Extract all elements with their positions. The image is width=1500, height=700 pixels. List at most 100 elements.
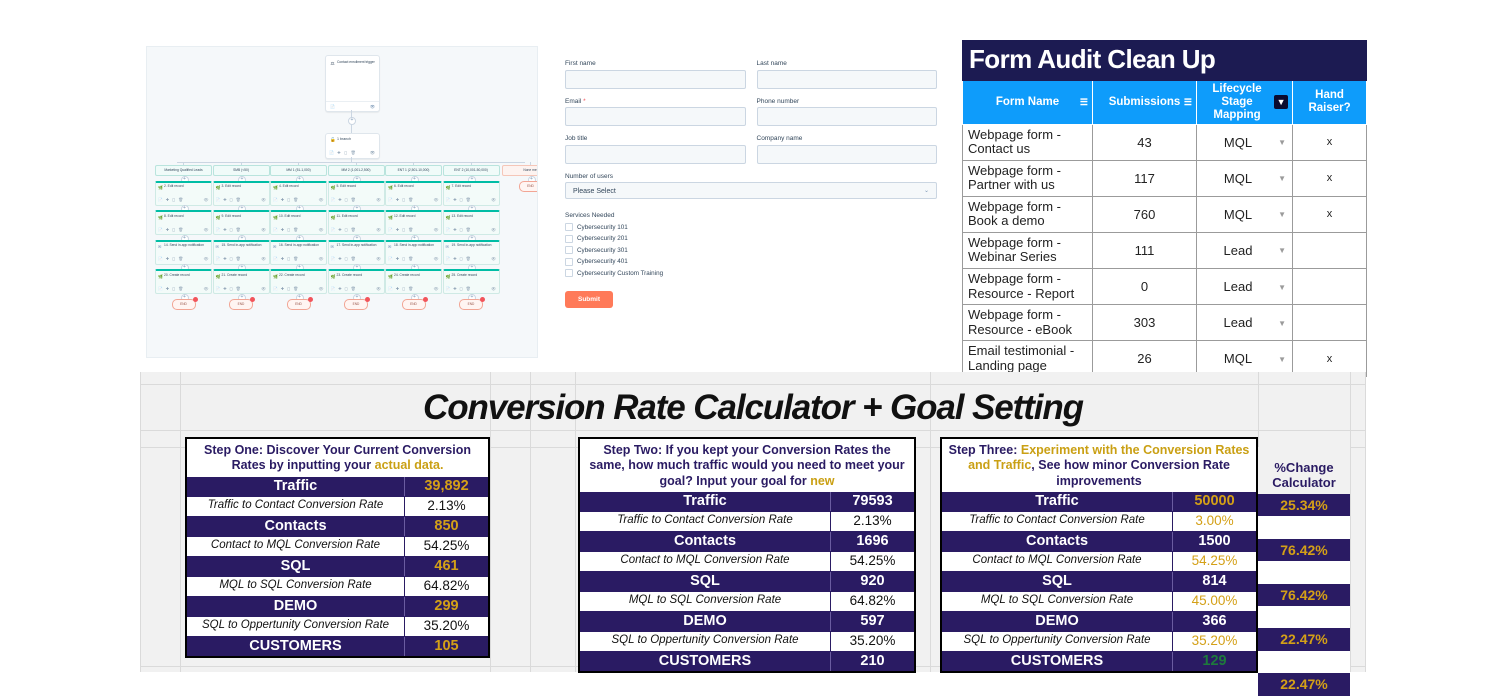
- node-tools[interactable]: 📄 ✚ ◻ 🗑: [158, 197, 184, 202]
- table-row[interactable]: Webpage form - Partner with us 117 MQL ▼ x: [962, 159, 1368, 197]
- chevron-down-icon[interactable]: ▼: [1278, 283, 1286, 292]
- step-one-panel[interactable]: Step One: Discover Your Current Conversi…: [185, 437, 490, 658]
- node-tools[interactable]: 📄 ✚ ◻ 🗑: [216, 256, 242, 261]
- end-node[interactable]: END: [344, 296, 370, 310]
- workflow-trigger-node[interactable]: ⚖ Contact enrollment trigger 📄 👁: [325, 55, 380, 112]
- row-value[interactable]: 814: [1173, 572, 1256, 591]
- workflow-action-node[interactable]: 🌿 23. Create record 📄 ✚ ◻ 🗑 👁: [327, 269, 385, 294]
- last-name-input[interactable]: [756, 69, 937, 89]
- eye-icon[interactable]: 👁: [261, 286, 266, 291]
- checkbox-icon[interactable]: [565, 246, 573, 254]
- submit-button[interactable]: Submit: [565, 290, 614, 308]
- eye-icon[interactable]: 👁: [491, 286, 496, 291]
- eye-icon[interactable]: 👁: [261, 227, 266, 232]
- row-value[interactable]: 79593: [831, 492, 914, 511]
- cell-lifecycle-stage[interactable]: Lead ▼: [1195, 267, 1294, 306]
- row-value[interactable]: 129: [1173, 652, 1256, 671]
- workflow-action-node[interactable]: 🌿 22. Create record 📄 ✚ ◻ 🗑 👁: [270, 269, 327, 294]
- row-value[interactable]: 1696: [831, 532, 914, 551]
- phone-number-input[interactable]: [756, 107, 937, 126]
- workflow-action-node[interactable]: 🌿 8. Edit record 📄 ✚ ◻ 🗑 👁: [155, 210, 212, 235]
- end-node[interactable]: END: [401, 296, 428, 310]
- workflow-action-node[interactable]: ✉ 17. Send in-app notification 📄 ✚ ◻ 🗑 👁: [327, 239, 385, 265]
- eye-icon[interactable]: 👁: [376, 256, 381, 261]
- eye-icon[interactable]: 👁: [204, 256, 209, 261]
- chevron-down-icon[interactable]: ▼: [1278, 210, 1286, 219]
- step-two-panel[interactable]: Step Two: If you kept your Conversion Ra…: [578, 437, 916, 673]
- cell-lifecycle-stage[interactable]: Lead ▼: [1195, 304, 1294, 342]
- workflow-branch-column[interactable]: MM 1 (51-1,000) + 🌿 4. Edit record 📄 ✚ ◻ 🗑 👁 +…: [270, 162, 327, 310]
- node-tools[interactable]: 📄 ✚ ◻ 🗑: [273, 256, 299, 261]
- workflow-action-node[interactable]: 🌿 24. Create record 📄 ✚ ◻ 🗑 👁: [385, 269, 442, 294]
- node-tools[interactable]: 📄 ✚ ◻ 🗑: [331, 286, 357, 291]
- workflow-action-node[interactable]: 🌿 12. Edit record 📄 ✚ ◻ 🗑 👁: [385, 210, 442, 235]
- number-of-users-field[interactable]: Number of users Please Select ⌄: [565, 173, 937, 199]
- branch-chip[interactable]: Marketing Qualified Leads: [155, 165, 212, 176]
- row-value[interactable]: 35.20%: [405, 617, 488, 636]
- node-tools[interactable]: 📄 ✚ ◻ 🗑: [388, 227, 414, 232]
- column-header-submissions[interactable]: Submissions ☰: [1092, 80, 1197, 125]
- row-value[interactable]: 920: [831, 572, 914, 591]
- workflow-action-node[interactable]: 🌿 5. Edit record 📄 ✚ ◻ 🗑 👁: [327, 180, 385, 206]
- workflow-branch-column[interactable]: Marketing Qualified Leads + 🌿 2. Edit recor…: [155, 162, 212, 310]
- checkbox-icon[interactable]: [565, 257, 573, 266]
- eye-icon[interactable]: 👁: [204, 286, 209, 291]
- eye-icon[interactable]: 👁: [491, 197, 496, 202]
- eye-icon[interactable]: 👁: [319, 286, 324, 291]
- node-tools[interactable]: 📄 ✚ ◻ 🗑: [388, 286, 414, 291]
- end-node[interactable]: END: [518, 180, 537, 192]
- row-value[interactable]: 105: [405, 637, 488, 656]
- end-node[interactable]: END: [286, 296, 313, 310]
- eye-icon[interactable]: 👁: [376, 197, 381, 202]
- workflow-action-node[interactable]: ✉ 15. Send in-app notification 📄 ✚ ◻ 🗑 👁: [212, 239, 270, 265]
- branch-chip[interactable]: MM 1 (51-1,000): [270, 165, 327, 176]
- row-value[interactable]: 39,892: [405, 477, 488, 496]
- node-tools[interactable]: 📄 ✚ ◻ 🗑: [273, 227, 299, 232]
- workflow-branch-column[interactable]: SMB (<50) + 🌿 3. Edit record 📄 ✚ ◻ 🗑 👁 + 🌿 9. Ed…: [212, 162, 270, 310]
- workflow-branch-column[interactable]: ENT 2 (10,001-50,000) + 🌿 7. Edit record 📄 ✚…: [442, 162, 500, 310]
- eye-icon[interactable]: 👁: [491, 227, 496, 232]
- workflow-action-node[interactable]: 🌿 9. Edit record 📄 ✚ ◻ 🗑 👁: [212, 210, 270, 235]
- checkbox-icon[interactable]: [565, 269, 573, 277]
- table-row[interactable]: Webpage form - Contact us 43 MQL ▼ x: [962, 123, 1368, 161]
- chevron-down-icon[interactable]: ▼: [1278, 174, 1286, 183]
- row-value[interactable]: 1500: [1173, 532, 1256, 551]
- node-tools[interactable]: 📄 ✚ ◻ 🗑: [331, 227, 357, 232]
- row-value[interactable]: 299: [405, 597, 488, 616]
- number-of-users-select[interactable]: Please Select ⌄: [565, 182, 937, 199]
- workflow-action-node[interactable]: ✉ 14. Send in-app notification 📄 ✚ ◻ 🗑 👁: [155, 239, 212, 265]
- row-value[interactable]: 3.00%: [1173, 512, 1256, 531]
- chevron-down-icon[interactable]: ▼: [1278, 246, 1286, 255]
- eye-icon[interactable]: 👁: [370, 150, 375, 155]
- cell-lifecycle-stage[interactable]: MQL ▼: [1195, 159, 1294, 197]
- eye-icon[interactable]: 👁: [204, 197, 209, 202]
- company-name-input[interactable]: [756, 144, 937, 164]
- add-step-button[interactable]: +: [348, 117, 356, 125]
- eye-icon[interactable]: 👁: [370, 104, 375, 109]
- node-tools[interactable]: 📄 ✚ ◻ 🗑: [329, 150, 357, 155]
- copy-icon[interactable]: 📄: [330, 104, 335, 109]
- cell-lifecycle-stage[interactable]: MQL ▼: [1195, 195, 1294, 233]
- workflow-action-node[interactable]: 🌿 13. Edit record 📄 ✚ ◻ 🗑 👁: [442, 210, 500, 235]
- node-tools[interactable]: 📄 ✚ ◻ 🗑: [388, 197, 414, 202]
- filter-active-icon[interactable]: ▼: [1274, 95, 1289, 110]
- sort-filter-icon[interactable]: ☰: [1080, 97, 1088, 107]
- eye-icon[interactable]: 👁: [319, 197, 324, 202]
- eye-icon[interactable]: 👁: [261, 197, 266, 202]
- row-value[interactable]: 2.13%: [831, 512, 914, 531]
- end-node[interactable]: END: [459, 296, 485, 310]
- branch-chip[interactable]: None met: [502, 165, 537, 176]
- eye-icon[interactable]: 👁: [491, 256, 496, 261]
- service-checkbox-row[interactable]: Cybersecurity 101: [565, 223, 937, 231]
- service-checkbox-row[interactable]: Cybersecurity 301: [565, 246, 937, 254]
- branch-chip[interactable]: SMB (<50): [212, 165, 270, 176]
- node-tools[interactable]: 📄 ✚ ◻ 🗑: [446, 227, 472, 232]
- table-row[interactable]: Webpage form - Webinar Series 111 Lead ▼: [962, 231, 1368, 270]
- checkbox-icon[interactable]: [565, 234, 573, 243]
- row-value[interactable]: 45.00%: [1173, 592, 1256, 611]
- workflow-action-node[interactable]: 🌿 6. Edit record 📄 ✚ ◻ 🗑 👁: [385, 180, 442, 206]
- node-tools[interactable]: 📄 ✚ ◻ 🗑: [331, 256, 357, 261]
- chevron-down-icon[interactable]: ▼: [1278, 319, 1286, 328]
- workflow-branch-none[interactable]: None met + END: [502, 162, 537, 192]
- branch-chip[interactable]: ENT 2 (10,001-50,000): [442, 165, 500, 176]
